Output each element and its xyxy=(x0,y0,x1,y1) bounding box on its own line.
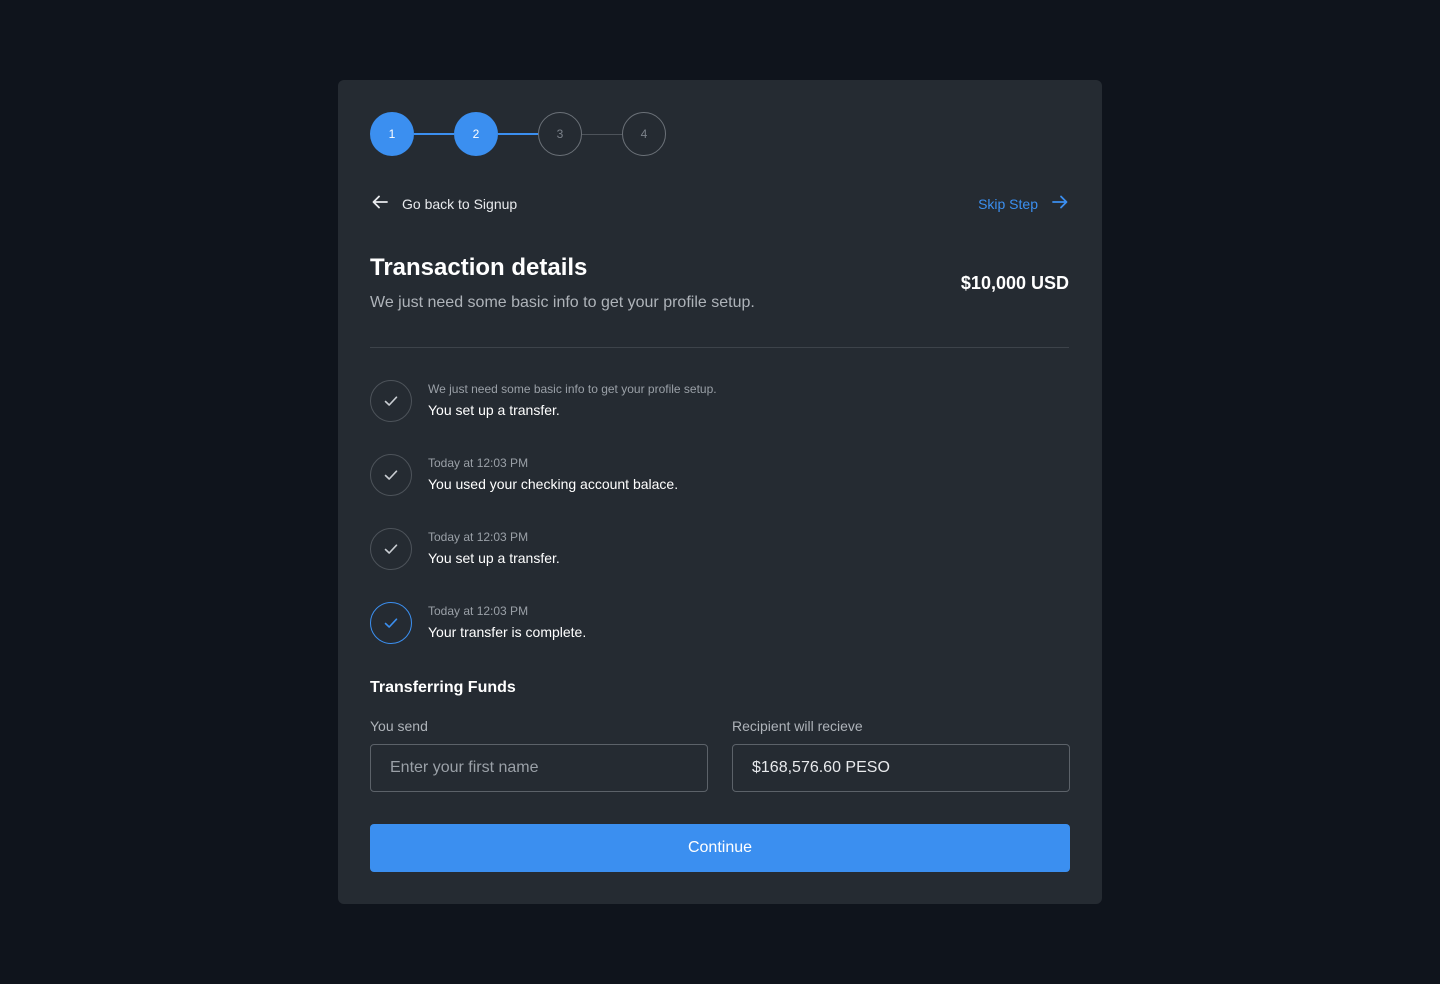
transaction-card: 1 2 3 4 Go back to Signup Skip Step Tran… xyxy=(338,80,1102,904)
timeline-item: Today at 12:03 PM You used your checking… xyxy=(370,454,1069,496)
timeline-item: Today at 12:03 PM You set up a transfer. xyxy=(370,528,1069,570)
skip-step-link[interactable]: Skip Step xyxy=(978,194,1070,214)
timeline-text: You set up a transfer. xyxy=(428,402,560,418)
go-back-link[interactable]: Go back to Signup xyxy=(370,194,517,214)
go-back-label: Go back to Signup xyxy=(402,196,518,212)
arrow-left-icon xyxy=(370,192,390,217)
step-3[interactable]: 3 xyxy=(538,112,582,156)
timeline-text: You set up a transfer. xyxy=(428,550,560,566)
divider xyxy=(370,347,1069,348)
check-icon xyxy=(370,528,412,570)
continue-button[interactable]: Continue xyxy=(370,824,1070,872)
send-input[interactable] xyxy=(370,744,708,792)
section-title: Transferring Funds xyxy=(370,679,516,696)
skip-step-label: Skip Step xyxy=(978,196,1038,212)
timeline-item: Today at 12:03 PM Your transfer is compl… xyxy=(370,602,1069,644)
timeline-meta: Today at 12:03 PM xyxy=(428,530,529,544)
page-title: Transaction details xyxy=(370,254,588,281)
arrow-right-icon xyxy=(1050,192,1070,217)
step-connector xyxy=(414,133,454,135)
receive-input[interactable] xyxy=(732,744,1070,792)
timeline-meta: We just need some basic info to get your… xyxy=(428,382,717,396)
receive-label: Recipient will recieve xyxy=(732,718,863,734)
timeline-meta: Today at 12:03 PM xyxy=(428,456,529,470)
step-connector xyxy=(498,133,538,135)
timeline-meta: Today at 12:03 PM xyxy=(428,604,529,618)
check-icon xyxy=(370,454,412,496)
transaction-amount: $10,000 USD xyxy=(960,273,1069,293)
timeline-text: You used your checking account balace. xyxy=(428,476,679,492)
send-label: You send xyxy=(370,718,428,734)
step-connector xyxy=(582,133,622,135)
timeline-item: We just need some basic info to get your… xyxy=(370,380,1069,422)
step-2[interactable]: 2 xyxy=(454,112,498,156)
check-icon xyxy=(370,602,412,644)
check-icon xyxy=(370,380,412,422)
progress-stepper: 1 2 3 4 xyxy=(370,112,666,156)
timeline-text: Your transfer is complete. xyxy=(428,624,587,640)
step-1[interactable]: 1 xyxy=(370,112,414,156)
step-4[interactable]: 4 xyxy=(622,112,666,156)
page-subtitle: We just need some basic info to get your… xyxy=(370,294,755,311)
